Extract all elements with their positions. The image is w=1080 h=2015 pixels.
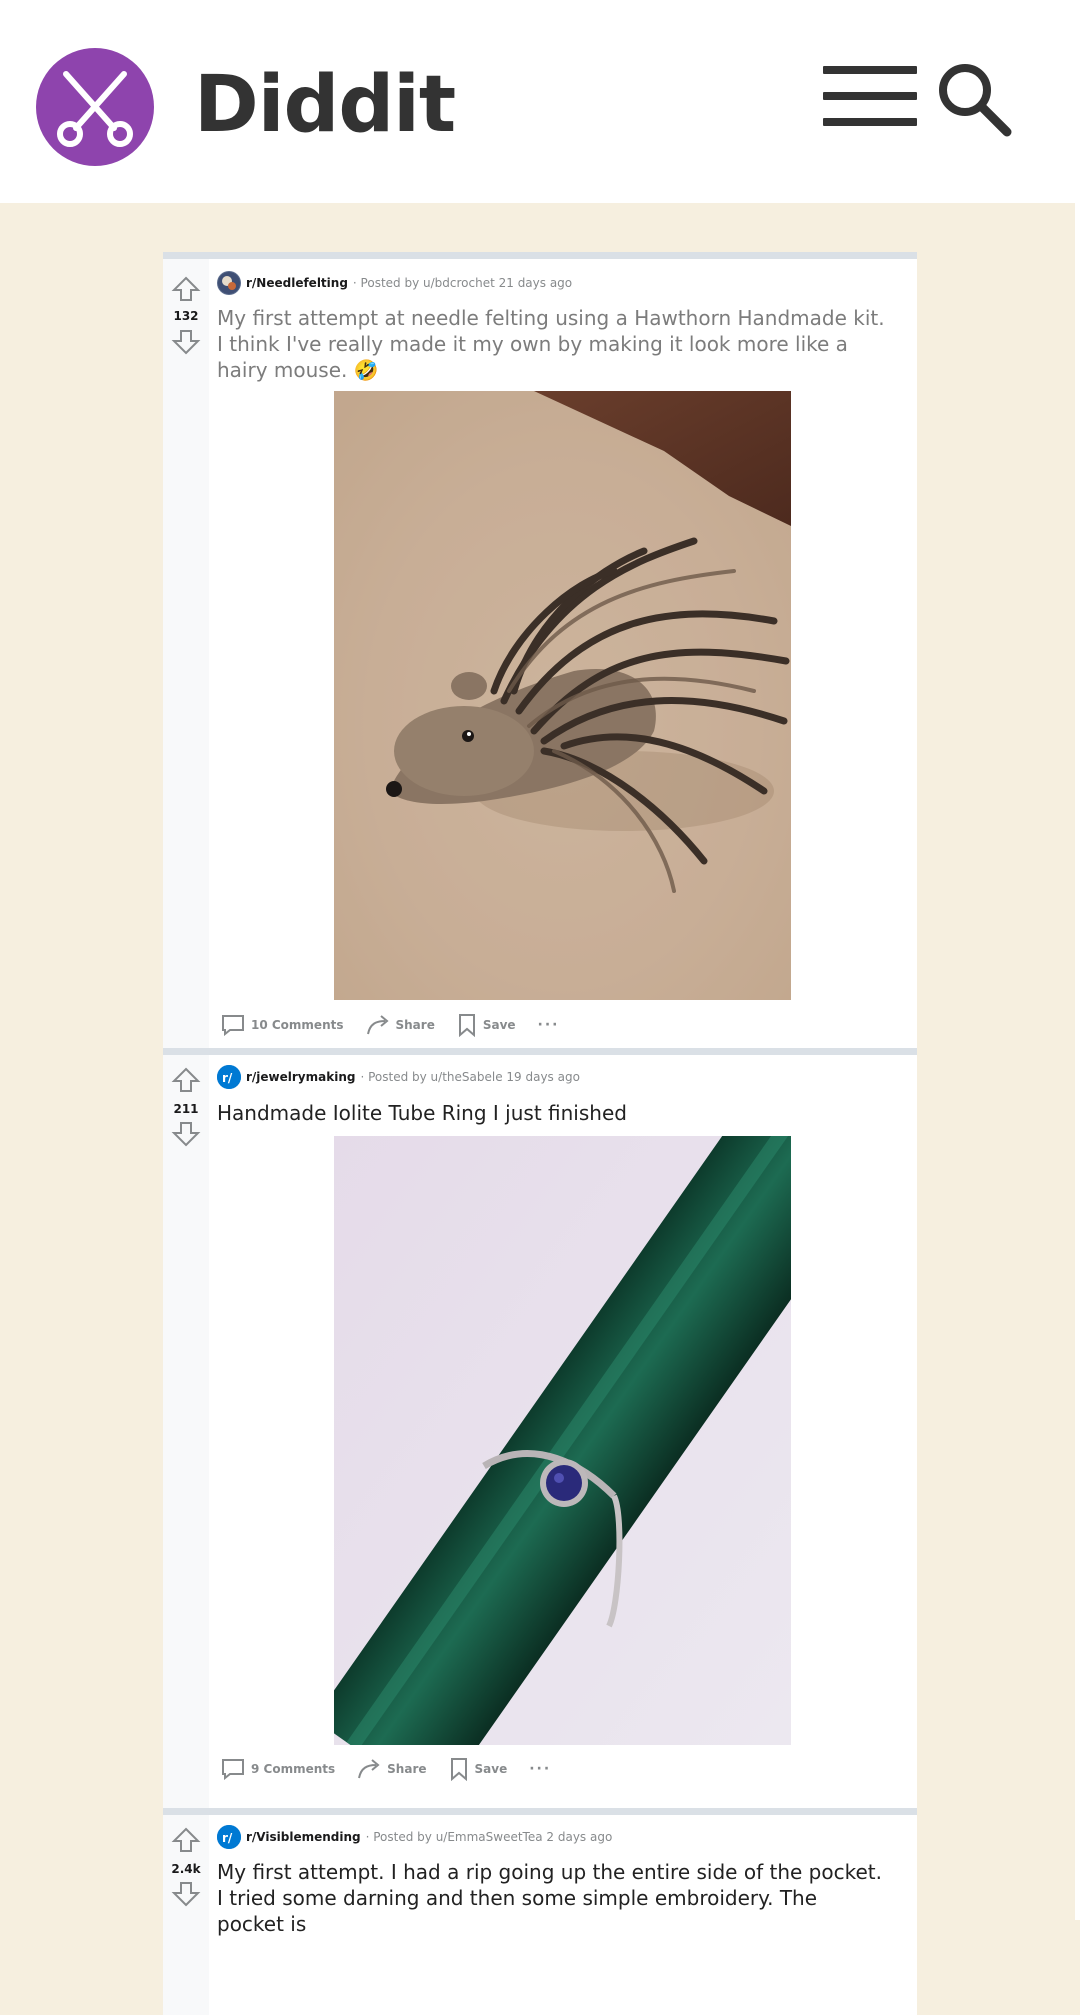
post-actions: 9 Comments Share Save ··· (221, 1754, 551, 1784)
more-options-icon[interactable]: ··· (529, 1761, 551, 1777)
vote-column: 2.4k (163, 1815, 209, 2015)
post-meta: r/Needlefelting · Posted by u/bdcrochet … (217, 271, 572, 295)
share-button[interactable]: Share (357, 1758, 427, 1780)
search-icon[interactable] (933, 58, 1013, 138)
upvote-icon[interactable] (171, 1065, 201, 1095)
post-card[interactable]: 132 r/Needlefelting · Posted by u/bdcroc… (163, 252, 917, 1048)
vote-column: 132 (163, 259, 209, 1048)
subreddit-avatar-icon[interactable]: r/ (217, 1065, 241, 1089)
downvote-icon[interactable] (171, 1879, 201, 1909)
more-options-icon[interactable]: ··· (538, 1017, 560, 1033)
share-icon (358, 1759, 380, 1779)
save-label: Save (474, 1762, 508, 1776)
post-image[interactable] (334, 391, 791, 1000)
svg-text:r/: r/ (222, 1831, 233, 1845)
post-meta: r/ r/jewelrymaking · Posted by u/theSabe… (217, 1065, 580, 1089)
vote-score: 211 (173, 1102, 199, 1116)
downvote-icon[interactable] (171, 1119, 201, 1149)
post-title[interactable]: My first attempt at needle felting using… (217, 305, 887, 383)
comments-label: 10 Comments (251, 1018, 344, 1032)
app-header: Diddit (0, 0, 1080, 203)
vote-score: 2.4k (171, 1862, 201, 1876)
comments-button[interactable]: 10 Comments (221, 1014, 344, 1036)
subreddit-avatar-icon[interactable]: r/ (217, 1825, 241, 1849)
posted-by[interactable]: · Posted by u/theSabele 19 days ago (360, 1070, 579, 1084)
upvote-icon[interactable] (171, 274, 201, 304)
subreddit-link[interactable]: r/jewelrymaking (246, 1070, 355, 1084)
save-button[interactable]: Save (449, 1757, 508, 1781)
subreddit-avatar-icon[interactable] (217, 271, 241, 295)
post-meta: r/ r/Visiblemending · Posted by u/EmmaSw… (217, 1825, 612, 1849)
app-logo[interactable] (36, 48, 154, 166)
comment-icon (222, 1759, 244, 1780)
vote-score: 132 (173, 309, 199, 323)
post-image[interactable] (334, 1136, 791, 1745)
share-button[interactable]: Share (366, 1014, 435, 1036)
share-label: Share (395, 1018, 435, 1032)
post-card[interactable]: 2.4k r/ r/Visiblemending · Posted by u/E… (163, 1808, 917, 2015)
comments-label: 9 Comments (251, 1762, 336, 1776)
app-title: Diddit (194, 60, 456, 150)
vote-column: 211 (163, 1055, 209, 1808)
bookmark-icon (450, 1758, 467, 1781)
comments-button[interactable]: 9 Comments (221, 1758, 335, 1780)
share-label: Share (387, 1762, 427, 1776)
downvote-icon[interactable] (171, 327, 201, 357)
save-button[interactable]: Save (457, 1013, 516, 1037)
posted-by[interactable]: · Posted by u/bdcrochet 21 days ago (353, 276, 572, 290)
subreddit-link[interactable]: r/Visiblemending (246, 1830, 361, 1844)
post-title[interactable]: My first attempt. I had a rip going up t… (217, 1859, 887, 1937)
post-card[interactable]: 211 r/ r/jewelrymaking · Posted by u/the… (163, 1048, 917, 1808)
post-title[interactable]: Handmade Iolite Tube Ring I just finishe… (217, 1100, 887, 1126)
svg-text:r/: r/ (222, 1071, 233, 1085)
post-feed: 132 r/Needlefelting · Posted by u/bdcroc… (163, 252, 917, 2015)
subreddit-link[interactable]: r/Needlefelting (246, 276, 348, 290)
scissors-icon (57, 71, 133, 147)
bookmark-icon (458, 1014, 475, 1037)
page-edge (1075, 0, 1080, 1920)
hamburger-menu-icon[interactable] (823, 64, 917, 128)
save-label: Save (482, 1018, 516, 1032)
comment-icon (222, 1015, 244, 1036)
post-actions: 10 Comments Share Save ··· (221, 1010, 560, 1040)
posted-by[interactable]: · Posted by u/EmmaSweetTea 2 days ago (366, 1830, 613, 1844)
upvote-icon[interactable] (171, 1825, 201, 1855)
share-icon (366, 1015, 389, 1035)
